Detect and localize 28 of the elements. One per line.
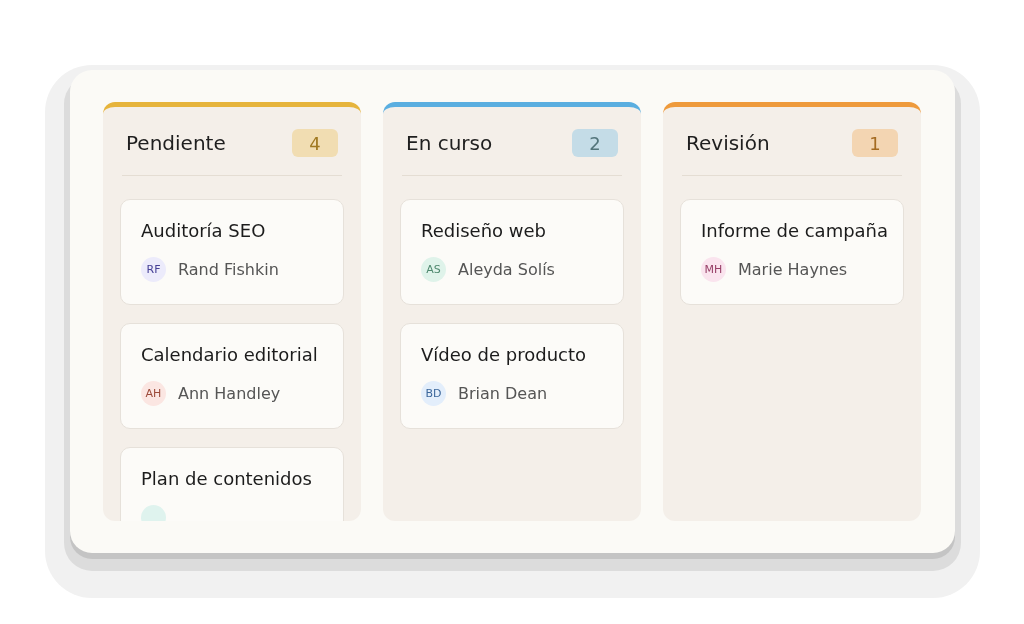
assignee-name: Aleyda Solís <box>458 260 555 279</box>
task-card[interactable]: Calendario editorial AH Ann Handley <box>120 323 344 429</box>
card-title: Vídeo de producto <box>421 344 586 365</box>
assignee-name: Rand Fishkin <box>178 260 279 279</box>
assignee-name: Brian Dean <box>458 384 548 403</box>
avatar: MH <box>701 257 726 282</box>
task-card[interactable]: Rediseño web AS Aleyda Solís <box>400 199 624 305</box>
card-title: Rediseño web <box>421 220 546 241</box>
card-title: Calendario editorial <box>141 344 318 365</box>
count-badge: 4 <box>292 129 338 157</box>
avatar: RF <box>141 257 166 282</box>
assignee-name: Marie Haynes <box>738 260 848 279</box>
task-card[interactable]: Plan de contenidos <box>120 447 344 521</box>
task-card[interactable]: Informe de campaña MH Marie Haynes <box>680 199 904 305</box>
card-title: Auditoría SEO <box>141 220 266 241</box>
assignee-name: Ann Handley <box>178 384 281 403</box>
column-title: Pendiente <box>126 131 226 155</box>
card-title: Plan de contenidos <box>141 468 312 489</box>
column-title: Revisión <box>686 131 770 155</box>
card-title: Informe de campaña <box>701 220 889 241</box>
avatar: AS <box>421 257 446 282</box>
task-card[interactable]: Vídeo de producto BD Brian Dean <box>400 323 624 429</box>
column-title: En curso <box>406 131 493 155</box>
count-badge: 2 <box>572 129 618 157</box>
avatar: BD <box>421 381 446 406</box>
task-card[interactable]: Auditoría SEO RF Rand Fishkin <box>120 199 344 305</box>
avatar: AH <box>141 381 166 406</box>
count-badge: 1 <box>852 129 898 157</box>
